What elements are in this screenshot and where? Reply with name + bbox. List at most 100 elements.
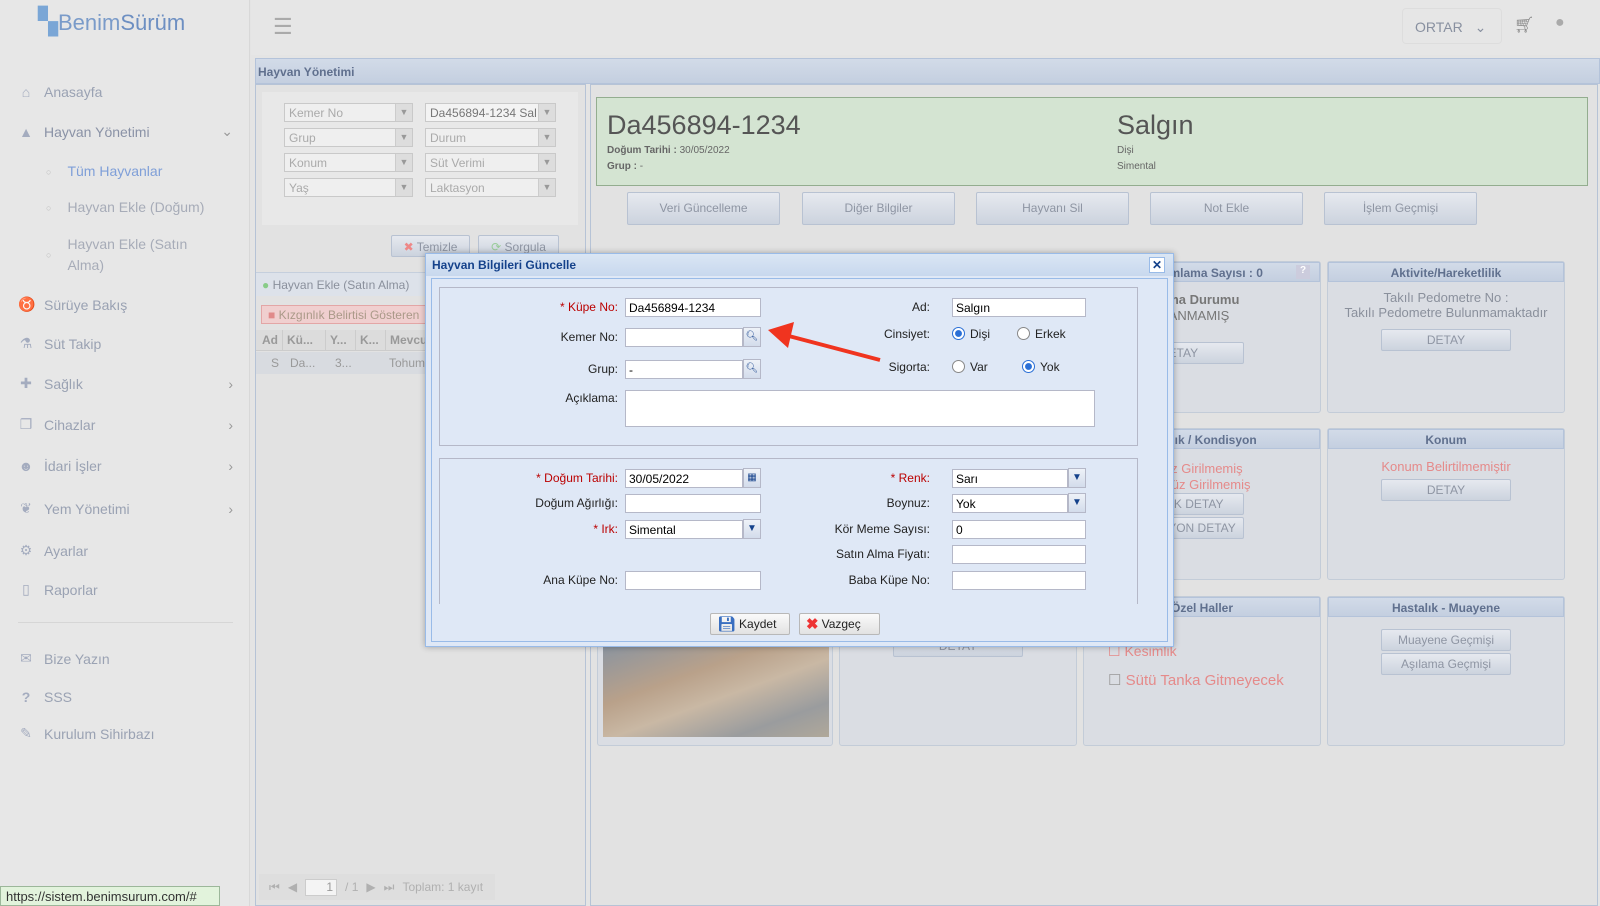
horn-select[interactable]: Yok [952, 494, 1068, 513]
question-icon: ? [21, 689, 31, 705]
sidebar-item-tum-hayvanlar[interactable]: ○ Tüm Hayvanlar [46, 161, 236, 183]
first-page-icon[interactable]: ⏮ [269, 880, 280, 895]
chevron-down-icon: ▼ [538, 154, 555, 171]
sidebar-item-idari-isler[interactable]: ☻ İdari İşler › [18, 458, 233, 474]
logo[interactable]: ▚BenimSürüm [38, 6, 185, 37]
sidebar-item-hayvan-yonetimi[interactable]: ▲ Hayvan Yönetimi ⌄ [18, 123, 233, 140]
aciklama-textarea[interactable] [625, 390, 1095, 427]
gender-female-radio[interactable]: Dişi [952, 327, 990, 341]
page-title: Hayvan Yönetimi [255, 58, 1600, 84]
feed-icon: ❦ [20, 500, 32, 516]
gender-male-radio[interactable]: Erkek [1017, 327, 1066, 341]
chevron-right-icon: › [228, 416, 233, 433]
other-info-button[interactable]: Diğer Bilgiler [802, 192, 955, 225]
sidebar-item-bize-yazin[interactable]: ✉ Bize Yazın [18, 650, 233, 667]
sidebar-item-hayvan-ekle-dogum[interactable]: ○ Hayvan Ekle (Doğum) [46, 197, 236, 219]
farm-selector[interactable]: ORTAR ⌄ [1402, 8, 1502, 44]
filter-kemer-no[interactable]: Kemer No ▼ [284, 103, 413, 122]
breed-select[interactable]: Simental [625, 520, 743, 539]
barn-icon: ▲ [19, 123, 33, 140]
milk-tank-checkbox[interactable]: ☐ Sütü Tanka Gitmeyecek [1108, 671, 1284, 689]
update-data-button[interactable]: Veri Güncelleme [627, 192, 780, 225]
sidebar-item-raporlar[interactable]: ▯ Raporlar [18, 581, 233, 598]
chevron-down-icon[interactable]: ▼ [1068, 468, 1086, 488]
add-note-button[interactable]: Not Ekle [1150, 192, 1303, 225]
insurance-no-radio[interactable]: Yok [1022, 360, 1060, 374]
chevron-right-icon: › [228, 458, 233, 474]
animal-photo [603, 645, 829, 737]
activity-detail-button[interactable]: DETAY [1381, 329, 1511, 351]
prev-page-icon[interactable]: ◀ [288, 880, 297, 894]
square-icon: ■ [268, 308, 276, 322]
color-select[interactable]: Sarı [952, 469, 1068, 488]
birth-date-input[interactable]: 30/05/2022 [625, 469, 743, 488]
filter-laktasyon[interactable]: Laktasyon ▼ [425, 178, 556, 197]
sidebar-item-hayvan-ekle-satin-alma[interactable]: ○ Hayvan Ekle (Satın Alma) [46, 234, 206, 276]
animal-tag: Da456894-1234 [607, 110, 801, 140]
insurance-yes-radio[interactable]: Var [952, 360, 988, 374]
filter-animal[interactable]: Da456894-1234 Sal ▼ [425, 103, 556, 122]
column-header[interactable]: Ad [256, 330, 282, 350]
filter-konum[interactable]: Konum ▼ [284, 153, 413, 172]
ad-input[interactable]: Salgın [952, 298, 1086, 317]
sidebar-item-ayarlar[interactable]: ⚙ Ayarlar [18, 542, 233, 559]
blind-teat-input[interactable]: 0 [952, 520, 1086, 539]
column-header[interactable]: Kü... [282, 330, 325, 350]
history-button[interactable]: İşlem Geçmişi [1324, 192, 1477, 225]
sidebar-item-kurulum-sihirbazi[interactable]: ✎ Kurulum Sihirbazı [18, 725, 233, 742]
hamburger-menu-icon[interactable]: ☰ [273, 14, 293, 40]
page-input[interactable]: 1 [305, 878, 338, 896]
sidebar-item-sss[interactable]: ? SSS [18, 689, 233, 705]
sidebar-item-suruye-bakis[interactable]: ♉ Sürüye Bakış [18, 296, 233, 313]
sidebar-item-cihazlar[interactable]: ❐ Cihazlar › [18, 416, 233, 433]
chevron-down-icon: ▼ [395, 104, 412, 121]
chevron-down-icon: ▼ [395, 129, 412, 146]
filter-sut-verimi[interactable]: Süt Verimi ▼ [425, 153, 556, 172]
save-button[interactable]: 💾︎ Kaydet [710, 613, 790, 635]
heat-filter-button[interactable]: ■ Kızgınlık Belirtisi Gösteren [261, 305, 431, 324]
chevron-down-icon: ⌄ [221, 123, 233, 139]
help-icon[interactable]: ? [1296, 265, 1310, 279]
sidebar-item-anasayfa[interactable]: ⌂ Anasayfa [18, 84, 233, 100]
kemer-no-input[interactable] [625, 328, 743, 347]
wand-icon: ✎ [20, 725, 32, 741]
divider [18, 622, 233, 623]
cart-icon[interactable]: 🛒︎ [1514, 15, 1534, 35]
last-page-icon[interactable]: ⏭ [384, 880, 395, 895]
filter-durum[interactable]: Durum ▼ [425, 128, 556, 147]
top-header: ☰ [251, 0, 1600, 55]
sidebar-item-saglik[interactable]: ✚ Sağlık › [18, 375, 233, 392]
sidebar-item-sut-takip[interactable]: ⚗ Süt Takip [18, 335, 233, 352]
filter-grup[interactable]: Grup ▼ [284, 128, 413, 147]
dialog-title: Hayvan Bilgileri Güncelle [426, 254, 1173, 276]
cancel-button[interactable]: ✖ Vazgeç [799, 613, 880, 635]
cow-icon: ♉ [18, 296, 36, 312]
contact-icon: ✉ [20, 650, 32, 666]
filter-yas[interactable]: Yaş ▼ [284, 178, 413, 197]
disease-card: Hastalık - Muayene Muayene Geçmişi Aşıla… [1327, 596, 1565, 746]
status-url: https://sistem.benimsurum.com/# [0, 886, 220, 906]
user-icon[interactable]: ● [1555, 14, 1565, 32]
column-header[interactable]: Y... [325, 330, 355, 350]
exam-history-button[interactable]: Muayene Geçmişi [1381, 629, 1511, 651]
father-tag-input[interactable] [952, 571, 1086, 590]
animal-name: Salgın [1117, 110, 1194, 140]
chevron-right-icon: › [228, 375, 233, 392]
x-icon: ✖ [403, 240, 414, 254]
vaccine-history-button[interactable]: Aşılama Geçmişi [1381, 653, 1511, 675]
purchase-price-input[interactable] [952, 545, 1086, 564]
devices-icon: ❐ [19, 416, 33, 432]
gear-icon: ⚙ [19, 542, 33, 558]
location-detail-button[interactable]: DETAY [1381, 479, 1511, 501]
red-arrow-annotation [768, 322, 881, 362]
next-page-icon[interactable]: ▶ [366, 880, 375, 894]
delete-animal-button[interactable]: Hayvanı Sil [976, 192, 1129, 225]
column-header[interactable]: K... [355, 330, 385, 350]
grup-input[interactable]: - [625, 360, 743, 379]
close-icon[interactable]: ✕ [1149, 257, 1165, 273]
home-icon: ⌂ [21, 84, 31, 100]
sidebar-item-yem-yonetimi[interactable]: ❦ Yem Yönetimi › [18, 500, 233, 517]
sidebar: ▚BenimSürüm ⌂ Anasayfa ▲ Hayvan Yönetimi ⌄ … [0, 0, 250, 906]
chevron-down-icon[interactable]: ▼ [1068, 493, 1086, 513]
plus-circle-icon: ● [262, 278, 270, 292]
